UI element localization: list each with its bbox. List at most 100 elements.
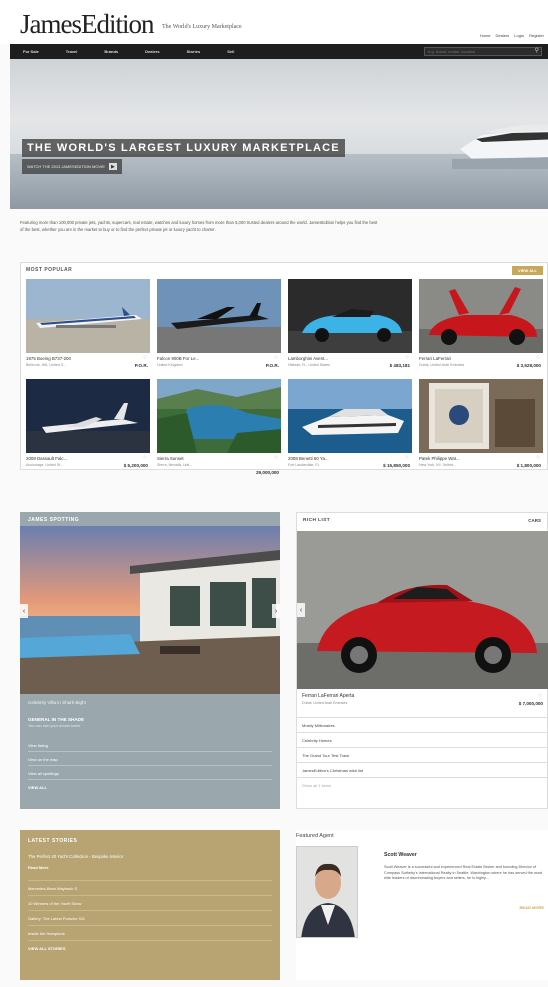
spotting-link[interactable]: View all spottings <box>28 766 272 780</box>
agent-name[interactable]: Scott Weaver <box>384 852 417 858</box>
listing-card[interactable]: 2008 Benetti 60 Ya... ♡ Fort Lauderdale,… <box>288 379 412 475</box>
james-spotting-title: JAMES SPOTTING <box>28 517 80 523</box>
spotting-link[interactable]: View listing <box>28 738 272 752</box>
listing-image[interactable] <box>419 279 543 353</box>
listing-price: $ 483,181 <box>389 363 410 368</box>
featured-agent-section: Featured Agent Scott Weaver Scott Weaver… <box>296 830 548 980</box>
spotting-image[interactable]: ‹ › <box>20 526 280 694</box>
top-link-login[interactable]: Login <box>514 33 524 38</box>
favorite-icon[interactable]: ♡ <box>274 455 278 461</box>
rich-list-car-name[interactable]: Ferrari LaFerrari Aperta <box>302 693 354 699</box>
hero-banner: THE WORLD'S LARGEST LUXURY MARKETPLACE W… <box>10 59 548 209</box>
listing-title[interactable]: 2008 Benetti 60 Ya... <box>288 456 380 461</box>
most-popular-section: MOST POPULAR VIEW ALL 1975 Boeing B737-2… <box>20 262 548 475</box>
story-link[interactable]: 10 Winners of the Yacht Show <box>28 895 272 910</box>
listing-title[interactable]: Patek Philippe Wat... <box>419 456 511 461</box>
spotting-links: View listing View on the map View all sp… <box>28 738 272 794</box>
listing-image[interactable] <box>157 279 281 353</box>
favorite-icon[interactable]: ♡ <box>143 455 147 461</box>
nav-item-travel[interactable]: Travel <box>66 49 78 54</box>
agent-bio: Scott Weaver is a successful and experie… <box>384 865 543 881</box>
listing-image[interactable] <box>419 379 543 453</box>
featured-agent-title: Featured Agent <box>296 833 334 839</box>
rich-list-car-location: Dubai, United Arab Emirates <box>302 701 348 705</box>
listing-location: Dubai, United Arab Emirates <box>419 363 465 367</box>
listing-title[interactable]: 1975 Boeing B737-200 <box>26 356 118 361</box>
agent-read-more-link[interactable]: READ MORE <box>520 905 544 910</box>
rich-list-link[interactable]: JamesEdition's Christmas wish list <box>297 762 548 777</box>
view-all-button[interactable]: VIEW ALL <box>512 266 543 275</box>
featured-story-title[interactable]: The Perfect 40 Yacht Collection - Bespok… <box>28 854 123 859</box>
main-nav: For Sale Travel Brands Dealers Stories S… <box>10 44 548 59</box>
watch-movie-button[interactable]: WATCH THE 2013 JAMESEDITION MOVIE ▶ <box>22 159 122 174</box>
nav-item-stories[interactable]: Stories <box>187 49 201 54</box>
search-icon[interactable]: ⚲ <box>535 47 539 54</box>
read-more-link[interactable]: Read More <box>28 865 48 870</box>
nav-item-dealers[interactable]: Dealers <box>145 49 159 54</box>
show-all-link[interactable]: Show all 1 items <box>297 777 548 792</box>
listing-price: $ 3,528,000 <box>516 363 541 368</box>
prev-arrow-icon[interactable]: ‹ <box>20 604 28 618</box>
story-link[interactable]: Inside the Hamptons <box>28 925 272 940</box>
view-all-spottings-link[interactable]: VIEW ALL <box>28 780 272 794</box>
listing-card[interactable]: Sierra Sunset ♡ Sierra, Nevada, Unit... … <box>157 379 281 475</box>
listing-title[interactable]: Ferrari LaFerrari <box>419 356 511 361</box>
top-links: Home Dealers Login Register <box>480 33 544 38</box>
listing-price: $ 15,850,000 <box>383 463 410 468</box>
listing-card[interactable]: Lamborghini Avent... ♡ Hialeah, FL, Unit… <box>288 279 412 375</box>
listing-price: $ 5,200,000 <box>123 463 148 468</box>
listing-title[interactable]: Lamborghini Avent... <box>288 356 380 361</box>
james-spotting-section: JAMES SPOTTING ‹ › Celebrity Villa in Sh… <box>20 512 280 809</box>
favorite-icon[interactable]: ♡ <box>274 355 278 361</box>
listing-image[interactable] <box>157 379 281 453</box>
story-link[interactable]: Gallery: The Latest Porsche 911 <box>28 910 272 925</box>
listing-image[interactable] <box>26 279 150 353</box>
listing-title[interactable]: Sierra Sunset <box>157 456 249 461</box>
nav-item-sell[interactable]: Sell <box>227 49 234 54</box>
rich-list-category[interactable]: CARS <box>528 518 541 523</box>
favorite-icon[interactable]: ♡ <box>143 355 147 361</box>
listing-card[interactable]: Falcon 900B For Le... ♡ United Kingdom P… <box>157 279 281 375</box>
listing-image[interactable] <box>26 379 150 453</box>
top-bar: JamesEdition The World's Luxury Marketpl… <box>0 0 548 44</box>
listing-location: Sierra, Nevada, Unit... <box>157 463 193 467</box>
spotting-subtitle: GENERAL IN THE SHADE <box>28 717 85 722</box>
spotting-link[interactable]: View on the map <box>28 752 272 766</box>
top-link-register[interactable]: Register <box>529 33 544 38</box>
search-input[interactable] <box>424 47 542 56</box>
view-all-stories-link[interactable]: VIEW ALL STORIES <box>28 940 272 955</box>
agent-photo[interactable] <box>296 846 358 938</box>
nav-item-for-sale[interactable]: For Sale <box>23 49 39 54</box>
nav-item-brands[interactable]: Brands <box>104 49 118 54</box>
rich-list-car-price: $ 7,000,000 <box>518 701 543 706</box>
favorite-icon[interactable]: ♡ <box>538 693 542 699</box>
listing-card[interactable]: Ferrari LaFerrari ♡ Dubai, United Arab E… <box>419 279 543 375</box>
next-arrow-icon[interactable]: › <box>272 604 280 618</box>
listing-image[interactable] <box>288 279 412 353</box>
rich-list-link[interactable]: Celebrity Homes <box>297 732 548 747</box>
latest-stories-section: LATEST STORIES The Perfect 40 Yacht Coll… <box>20 830 280 980</box>
listing-title[interactable]: 2008 Dassault Falc... <box>26 456 118 461</box>
top-link-dealers[interactable]: Dealers <box>496 33 510 38</box>
listing-title[interactable]: Falcon 900B For Le... <box>157 356 249 361</box>
favorite-icon[interactable]: ♡ <box>536 455 540 461</box>
listing-card[interactable]: 1975 Boeing B737-200 ♡ Bellevue, WA, Uni… <box>26 279 150 375</box>
story-link[interactable]: Mercedes-Benz Maybach S <box>28 880 272 895</box>
rich-list-link[interactable]: Mostly Millionaires <box>297 717 548 732</box>
listing-image[interactable] <box>288 379 412 453</box>
favorite-icon[interactable]: ♡ <box>405 355 409 361</box>
favorite-icon[interactable]: ♡ <box>536 355 540 361</box>
rich-list-section: RICH LIST CARS ‹ Ferrari LaFerrari Apert… <box>296 512 548 809</box>
listing-card[interactable]: 2008 Dassault Falc... ♡ Anchorage, Unite… <box>26 379 150 475</box>
rich-list-link[interactable]: The Grand Tour Test Track <box>297 747 548 762</box>
listing-card[interactable]: Patek Philippe Wat... ♡ New York, NY, Un… <box>419 379 543 475</box>
most-popular-title: MOST POPULAR <box>26 267 73 273</box>
rich-list-image[interactable]: ‹ <box>297 531 548 689</box>
listing-price: P.O.R. <box>134 363 148 368</box>
prev-arrow-icon[interactable]: ‹ <box>297 603 305 617</box>
top-link-home[interactable]: Home <box>480 33 491 38</box>
rich-list-links: Mostly Millionaires Celebrity Homes The … <box>297 717 548 792</box>
site-logo[interactable]: JamesEdition <box>20 9 154 40</box>
intro-text: Featuring more than 100,000 private jets… <box>20 220 378 232</box>
favorite-icon[interactable]: ♡ <box>405 455 409 461</box>
